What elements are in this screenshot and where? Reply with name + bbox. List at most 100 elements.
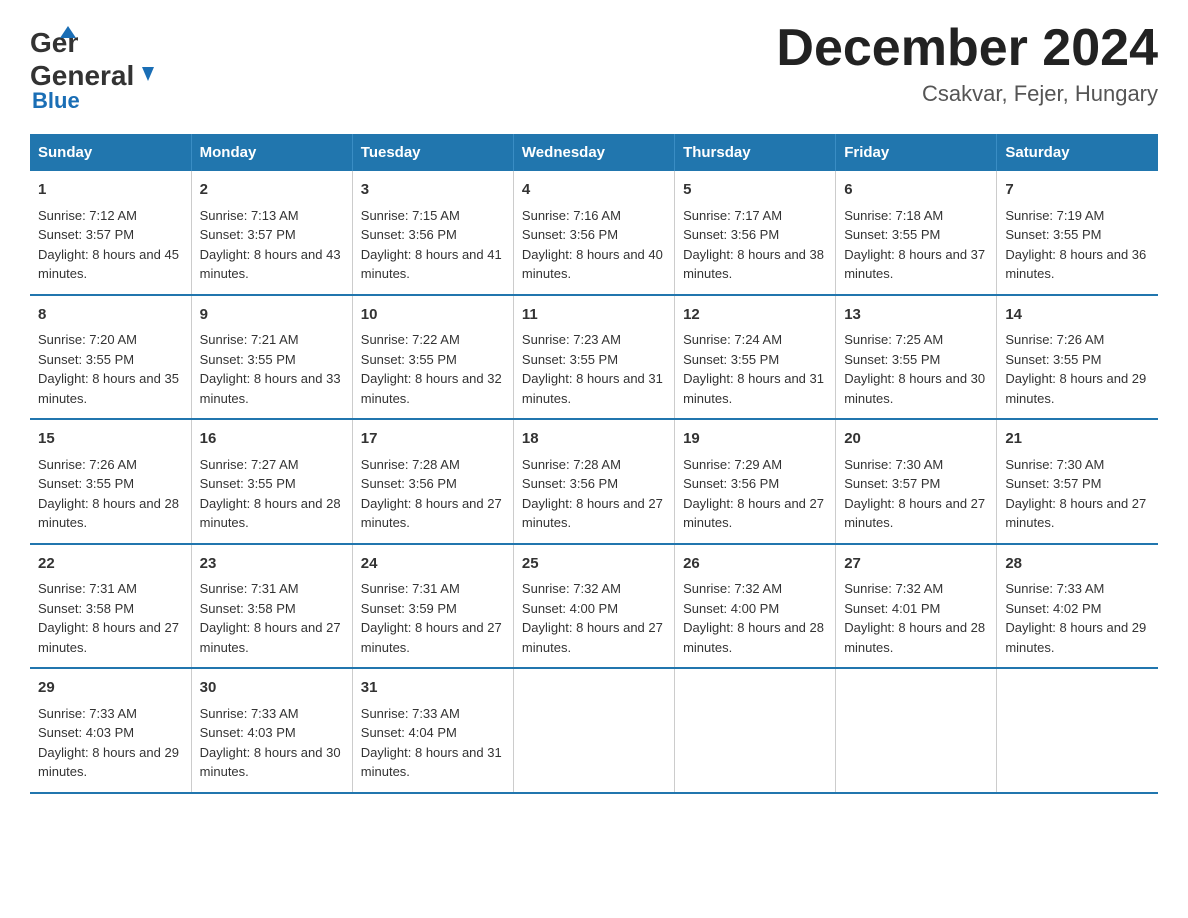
table-row: 27 Sunrise: 7:32 AM Sunset: 4:01 PM Dayl…: [836, 544, 997, 669]
header-tuesday: Tuesday: [352, 134, 513, 171]
table-row: 29 Sunrise: 7:33 AM Sunset: 4:03 PM Dayl…: [30, 668, 191, 793]
sunrise-label: Sunrise: 7:21 AM: [200, 332, 299, 347]
sunset-label: Sunset: 3:55 PM: [361, 352, 457, 367]
sunrise-label: Sunrise: 7:29 AM: [683, 457, 782, 472]
sunrise-label: Sunrise: 7:33 AM: [38, 706, 137, 721]
daylight-label: Daylight: 8 hours and 28 minutes.: [844, 620, 985, 655]
daylight-label: Daylight: 8 hours and 27 minutes.: [361, 496, 502, 531]
table-row: 24 Sunrise: 7:31 AM Sunset: 3:59 PM Dayl…: [352, 544, 513, 669]
table-row: 17 Sunrise: 7:28 AM Sunset: 3:56 PM Dayl…: [352, 419, 513, 544]
table-row: 11 Sunrise: 7:23 AM Sunset: 3:55 PM Dayl…: [513, 295, 674, 420]
daylight-label: Daylight: 8 hours and 27 minutes.: [200, 620, 341, 655]
sunset-label: Sunset: 4:02 PM: [1005, 601, 1101, 616]
sunrise-label: Sunrise: 7:31 AM: [200, 581, 299, 596]
day-number: 21: [1005, 428, 1150, 451]
header-sunday: Sunday: [30, 134, 191, 171]
sunrise-label: Sunrise: 7:32 AM: [683, 581, 782, 596]
table-row: 12 Sunrise: 7:24 AM Sunset: 3:55 PM Dayl…: [675, 295, 836, 420]
table-row: 6 Sunrise: 7:18 AM Sunset: 3:55 PM Dayli…: [836, 171, 997, 295]
day-number: 29: [38, 677, 183, 700]
day-number: 7: [1005, 179, 1150, 202]
table-row: 10 Sunrise: 7:22 AM Sunset: 3:55 PM Dayl…: [352, 295, 513, 420]
table-row: 9 Sunrise: 7:21 AM Sunset: 3:55 PM Dayli…: [191, 295, 352, 420]
sunrise-label: Sunrise: 7:19 AM: [1005, 208, 1104, 223]
sunset-label: Sunset: 4:01 PM: [844, 601, 940, 616]
logo-blue-text: Blue: [32, 88, 80, 114]
sunset-label: Sunset: 3:55 PM: [522, 352, 618, 367]
daylight-label: Daylight: 8 hours and 37 minutes.: [844, 247, 985, 282]
sunrise-label: Sunrise: 7:33 AM: [200, 706, 299, 721]
day-number: 23: [200, 553, 344, 576]
table-row: 28 Sunrise: 7:33 AM Sunset: 4:02 PM Dayl…: [997, 544, 1158, 669]
logo-triangle-icon: [138, 67, 154, 85]
day-number: 22: [38, 553, 183, 576]
table-row: [513, 668, 674, 793]
sunset-label: Sunset: 4:00 PM: [522, 601, 618, 616]
sunset-label: Sunset: 3:56 PM: [522, 227, 618, 242]
day-number: 2: [200, 179, 344, 202]
daylight-label: Daylight: 8 hours and 29 minutes.: [1005, 371, 1146, 406]
day-number: 16: [200, 428, 344, 451]
sunrise-label: Sunrise: 7:30 AM: [844, 457, 943, 472]
sunrise-label: Sunrise: 7:26 AM: [38, 457, 137, 472]
day-number: 28: [1005, 553, 1150, 576]
table-row: 23 Sunrise: 7:31 AM Sunset: 3:58 PM Dayl…: [191, 544, 352, 669]
sunrise-label: Sunrise: 7:13 AM: [200, 208, 299, 223]
sunrise-label: Sunrise: 7:28 AM: [361, 457, 460, 472]
sunset-label: Sunset: 3:56 PM: [683, 227, 779, 242]
table-row: 15 Sunrise: 7:26 AM Sunset: 3:55 PM Dayl…: [30, 419, 191, 544]
sunset-label: Sunset: 3:55 PM: [683, 352, 779, 367]
day-number: 14: [1005, 304, 1150, 327]
daylight-label: Daylight: 8 hours and 40 minutes.: [522, 247, 663, 282]
sunrise-label: Sunrise: 7:30 AM: [1005, 457, 1104, 472]
table-row: 31 Sunrise: 7:33 AM Sunset: 4:04 PM Dayl…: [352, 668, 513, 793]
sunset-label: Sunset: 3:57 PM: [200, 227, 296, 242]
sunrise-label: Sunrise: 7:18 AM: [844, 208, 943, 223]
sunset-label: Sunset: 3:58 PM: [200, 601, 296, 616]
day-number: 3: [361, 179, 505, 202]
table-row: [836, 668, 997, 793]
daylight-label: Daylight: 8 hours and 31 minutes.: [683, 371, 824, 406]
sunset-label: Sunset: 4:03 PM: [200, 725, 296, 740]
sunset-label: Sunset: 3:56 PM: [522, 476, 618, 491]
day-number: 5: [683, 179, 827, 202]
daylight-label: Daylight: 8 hours and 38 minutes.: [683, 247, 824, 282]
day-number: 8: [38, 304, 183, 327]
sunrise-label: Sunrise: 7:16 AM: [522, 208, 621, 223]
table-row: 14 Sunrise: 7:26 AM Sunset: 3:55 PM Dayl…: [997, 295, 1158, 420]
daylight-label: Daylight: 8 hours and 28 minutes.: [683, 620, 824, 655]
sunset-label: Sunset: 3:55 PM: [1005, 227, 1101, 242]
header-wednesday: Wednesday: [513, 134, 674, 171]
day-number: 30: [200, 677, 344, 700]
sunrise-label: Sunrise: 7:32 AM: [844, 581, 943, 596]
day-number: 26: [683, 553, 827, 576]
sunrise-label: Sunrise: 7:31 AM: [38, 581, 137, 596]
day-number: 27: [844, 553, 988, 576]
sunset-label: Sunset: 3:58 PM: [38, 601, 134, 616]
daylight-label: Daylight: 8 hours and 27 minutes.: [522, 496, 663, 531]
table-row: 30 Sunrise: 7:33 AM Sunset: 4:03 PM Dayl…: [191, 668, 352, 793]
day-number: 12: [683, 304, 827, 327]
daylight-label: Daylight: 8 hours and 30 minutes.: [844, 371, 985, 406]
sunset-label: Sunset: 4:04 PM: [361, 725, 457, 740]
day-number: 1: [38, 179, 183, 202]
table-row: 22 Sunrise: 7:31 AM Sunset: 3:58 PM Dayl…: [30, 544, 191, 669]
day-number: 25: [522, 553, 666, 576]
header-friday: Friday: [836, 134, 997, 171]
table-row: 18 Sunrise: 7:28 AM Sunset: 3:56 PM Dayl…: [513, 419, 674, 544]
calendar-table: Sunday Monday Tuesday Wednesday Thursday…: [30, 134, 1158, 794]
sunset-label: Sunset: 3:59 PM: [361, 601, 457, 616]
sunset-label: Sunset: 3:55 PM: [200, 476, 296, 491]
sunrise-label: Sunrise: 7:24 AM: [683, 332, 782, 347]
sunrise-label: Sunrise: 7:27 AM: [200, 457, 299, 472]
table-row: 3 Sunrise: 7:15 AM Sunset: 3:56 PM Dayli…: [352, 171, 513, 295]
day-number: 13: [844, 304, 988, 327]
location: Csakvar, Fejer, Hungary: [776, 81, 1158, 107]
sunset-label: Sunset: 3:55 PM: [200, 352, 296, 367]
table-row: 8 Sunrise: 7:20 AM Sunset: 3:55 PM Dayli…: [30, 295, 191, 420]
table-row: 21 Sunrise: 7:30 AM Sunset: 3:57 PM Dayl…: [997, 419, 1158, 544]
sunset-label: Sunset: 3:56 PM: [361, 476, 457, 491]
table-row: 4 Sunrise: 7:16 AM Sunset: 3:56 PM Dayli…: [513, 171, 674, 295]
sunrise-label: Sunrise: 7:32 AM: [522, 581, 621, 596]
calendar-week-row: 1 Sunrise: 7:12 AM Sunset: 3:57 PM Dayli…: [30, 171, 1158, 295]
